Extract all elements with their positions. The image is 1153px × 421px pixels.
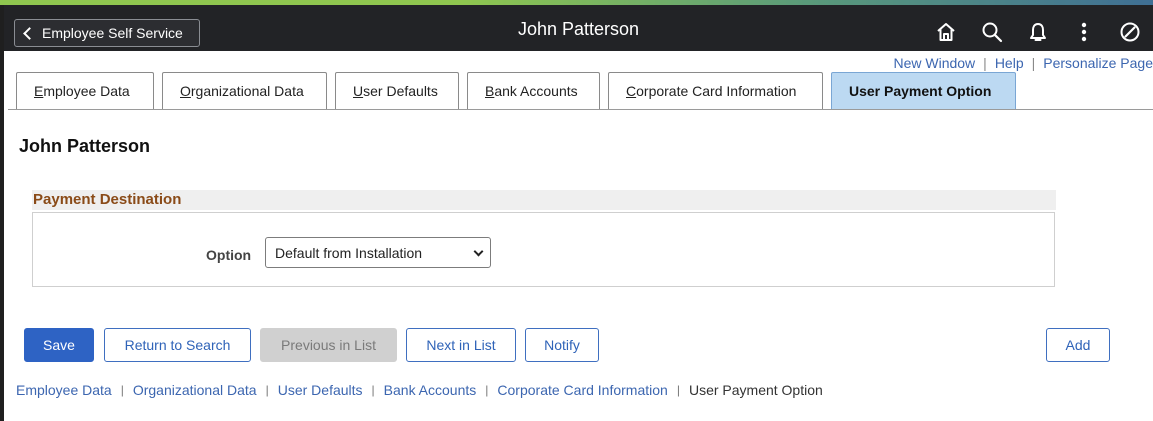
separator: | [485,383,489,397]
utility-links: New Window | Help | Personalize Page [893,55,1153,71]
separator: | [983,55,987,71]
tab-divider [8,109,1153,110]
previous-in-list-button: Previous in List [260,328,397,362]
tab-bank-accounts[interactable]: Bank Accounts [467,72,600,109]
link-organizational-data[interactable]: Organizational Data [133,382,257,398]
home-icon[interactable] [923,17,969,47]
link-user-defaults[interactable]: User Defaults [278,382,363,398]
help-link[interactable]: Help [995,55,1024,71]
payment-destination-group [32,212,1055,287]
new-window-link[interactable]: New Window [893,55,975,71]
tab-label-accesskey: O [180,83,191,99]
add-button[interactable]: Add [1046,328,1110,362]
tab-label-accesskey: U [353,83,364,99]
payment-destination-header: Payment Destination [32,190,1056,210]
save-button[interactable]: Save [24,328,94,362]
personalize-page-link[interactable]: Personalize Page [1043,55,1153,71]
separator: | [1031,55,1036,71]
link-corporate-card-information[interactable]: Corporate Card Information [497,382,667,398]
tab-label: rganizational Data [190,83,304,99]
tab-employee-data[interactable]: Employee Data [16,72,154,109]
tab-bar: Employee Data Organizational Data User D… [16,72,1024,109]
more-vertical-icon[interactable] [1061,17,1107,47]
option-select[interactable]: Default from Installation [265,237,491,268]
tab-label: mployee Data [43,83,130,99]
separator: | [265,383,269,397]
compass-icon[interactable] [1107,17,1153,47]
separator: | [676,383,680,397]
next-in-list-button[interactable]: Next in List [406,328,516,362]
option-label: Option [206,247,252,263]
tab-label: ank Accounts [494,83,578,99]
bottom-page-links: Employee Data | Organizational Data | Us… [16,382,823,398]
separator: | [371,383,375,397]
tab-label-accesskey: C [626,83,637,99]
chevron-down-icon [473,246,484,257]
tab-label-accesskey: B [485,83,495,99]
bell-icon[interactable] [1015,17,1061,47]
tab-label: ser Defaults [363,83,438,99]
tab-label: orporate Card Information [636,83,797,99]
tab-user-defaults[interactable]: User Defaults [335,72,459,109]
option-select-value: Default from Installation [275,244,423,261]
tab-user-payment-option[interactable]: User Payment Option [831,72,1016,109]
tab-label-accesskey: E [34,83,44,99]
separator: | [120,383,124,397]
link-employee-data[interactable]: Employee Data [16,382,112,398]
header-actions [923,17,1153,47]
link-bank-accounts[interactable]: Bank Accounts [384,382,477,398]
tab-corporate-card-information[interactable]: Corporate Card Information [608,72,823,109]
app-header: Employee Self Service John Patterson [4,5,1153,51]
tab-organizational-data[interactable]: Organizational Data [162,72,327,109]
search-icon[interactable] [969,17,1015,47]
current-page-label: User Payment Option [688,382,823,398]
employee-name-heading: John Patterson [19,136,151,156]
tab-label: User Payment Option [849,83,992,99]
return-to-search-button[interactable]: Return to Search [104,328,251,362]
notify-button[interactable]: Notify [525,328,599,362]
window-edge [0,0,4,421]
